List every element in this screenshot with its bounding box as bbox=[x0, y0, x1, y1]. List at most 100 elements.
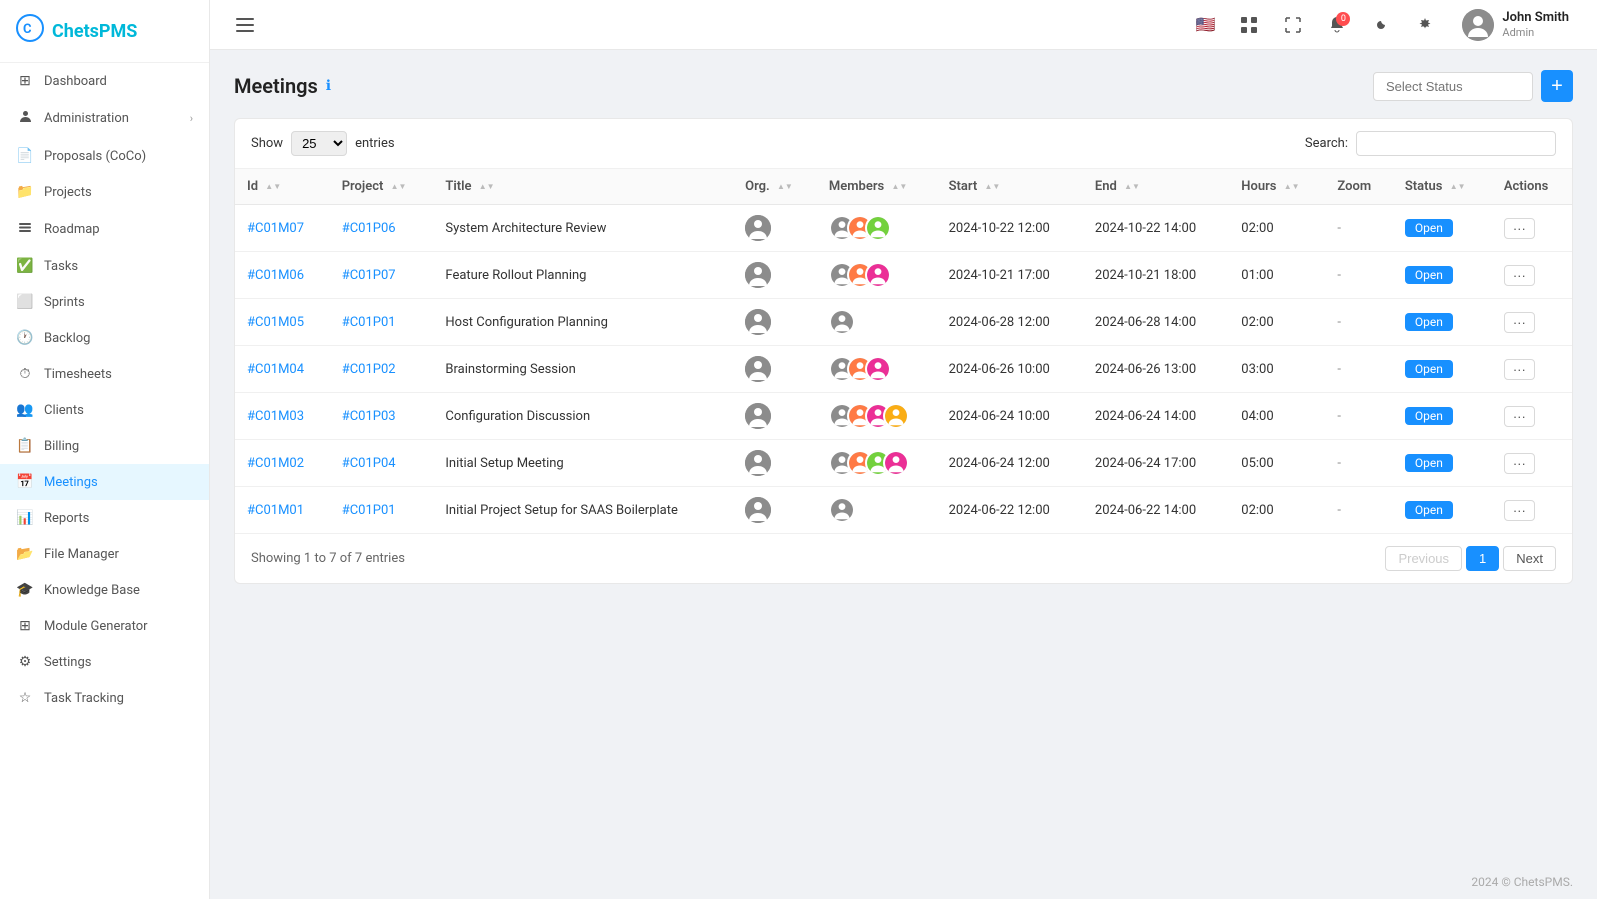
apps-btn[interactable] bbox=[1234, 10, 1264, 40]
meeting-title: Host Configuration Planning bbox=[433, 299, 733, 346]
prev-button[interactable]: Previous bbox=[1385, 546, 1462, 571]
col-project[interactable]: Project ▲▼ bbox=[330, 169, 434, 205]
fullscreen-btn[interactable] bbox=[1278, 10, 1308, 40]
meeting-id-link[interactable]: #C01M07 bbox=[247, 221, 304, 236]
user-menu[interactable]: John Smith Admin bbox=[1454, 5, 1577, 45]
logo: C ChetsPMS bbox=[0, 0, 209, 63]
project-link[interactable]: #C01P01 bbox=[342, 315, 396, 330]
meeting-id-link[interactable]: #C01M06 bbox=[247, 268, 304, 283]
meeting-status: Open bbox=[1393, 205, 1492, 252]
col-id[interactable]: Id ▲▼ bbox=[235, 169, 330, 205]
settings-btn[interactable] bbox=[1410, 10, 1440, 40]
sidebar-item-meetings[interactable]: 📅 Meetings bbox=[0, 464, 209, 500]
table-card: Show 10 25 50 100 entries Search: bbox=[234, 118, 1573, 584]
page-info-icon[interactable]: ℹ bbox=[326, 78, 331, 94]
action-menu-button[interactable]: ··· bbox=[1504, 218, 1535, 239]
table-row: #C01M04#C01P02Brainstorming Session2024-… bbox=[235, 346, 1572, 393]
next-button[interactable]: Next bbox=[1503, 546, 1556, 571]
project-link[interactable]: #C01P07 bbox=[342, 268, 396, 283]
sidebar-item-projects[interactable]: 📁 Projects bbox=[0, 174, 209, 210]
meeting-id-link[interactable]: #C01M02 bbox=[247, 456, 304, 471]
sidebar-item-label: Clients bbox=[44, 403, 84, 418]
meeting-start: 2024-06-24 12:00 bbox=[937, 440, 1083, 487]
meeting-actions: ··· bbox=[1492, 299, 1572, 346]
sidebar-item-label: Sprints bbox=[44, 295, 85, 310]
sidebar-item-label: File Manager bbox=[44, 547, 119, 562]
sidebar-item-timesheets[interactable]: ⏱ Timesheets bbox=[0, 356, 209, 392]
col-end[interactable]: End ▲▼ bbox=[1083, 169, 1229, 205]
meeting-id-link[interactable]: #C01M05 bbox=[247, 315, 304, 330]
sidebar-item-dashboard[interactable]: ⊞ Dashboard bbox=[0, 63, 209, 99]
col-members[interactable]: Members ▲▼ bbox=[817, 169, 937, 205]
sidebar-item-sprints[interactable]: ⬜ Sprints bbox=[0, 284, 209, 320]
sidebar-item-reports[interactable]: 📊 Reports bbox=[0, 500, 209, 536]
sidebar-item-knowledge-base[interactable]: 🎓 Knowledge Base bbox=[0, 572, 209, 608]
flag-btn[interactable]: 🇺🇸 bbox=[1190, 10, 1220, 40]
showing-text: Showing 1 to 7 of 7 entries bbox=[251, 551, 405, 566]
sidebar-item-roadmap[interactable]: Roadmap bbox=[0, 210, 209, 248]
sidebar-item-label: Billing bbox=[44, 439, 79, 454]
sidebar-item-tasks[interactable]: ✅ Tasks bbox=[0, 248, 209, 284]
sprints-icon: ⬜ bbox=[16, 294, 34, 310]
col-status[interactable]: Status ▲▼ bbox=[1393, 169, 1492, 205]
col-org[interactable]: Org. ▲▼ bbox=[733, 169, 817, 205]
col-start[interactable]: Start ▲▼ bbox=[937, 169, 1083, 205]
search-input[interactable] bbox=[1356, 131, 1556, 156]
action-menu-button[interactable]: ··· bbox=[1504, 359, 1535, 380]
page-1-button[interactable]: 1 bbox=[1466, 546, 1499, 571]
meeting-status: Open bbox=[1393, 440, 1492, 487]
project-link[interactable]: #C01P02 bbox=[342, 362, 396, 377]
col-hours[interactable]: Hours ▲▼ bbox=[1229, 169, 1325, 205]
show-entries: Show 10 25 50 100 entries bbox=[251, 131, 395, 156]
meeting-id-link[interactable]: #C01M01 bbox=[247, 503, 304, 518]
col-title[interactable]: Title ▲▼ bbox=[433, 169, 733, 205]
sidebar-item-proposals[interactable]: 📄 Proposals (CoCo) bbox=[0, 138, 209, 174]
sidebar-item-settings[interactable]: ⚙ Settings bbox=[0, 644, 209, 680]
show-label: Show bbox=[251, 136, 283, 151]
sidebar-item-label: Projects bbox=[44, 185, 92, 200]
theme-toggle[interactable] bbox=[1366, 10, 1396, 40]
menu-toggle[interactable] bbox=[230, 10, 260, 40]
sidebar-item-clients[interactable]: 👥 Clients bbox=[0, 392, 209, 428]
sidebar-item-module-generator[interactable]: ⊞ Module Generator bbox=[0, 608, 209, 644]
select-status-input[interactable] bbox=[1373, 72, 1533, 101]
meeting-actions: ··· bbox=[1492, 440, 1572, 487]
action-menu-button[interactable]: ··· bbox=[1504, 406, 1535, 427]
search-label: Search: bbox=[1305, 136, 1348, 151]
knowledge-base-icon: 🎓 bbox=[16, 582, 34, 598]
project-link[interactable]: #C01P01 bbox=[342, 503, 396, 518]
tasks-icon: ✅ bbox=[16, 258, 34, 274]
notification-btn[interactable]: 0 bbox=[1322, 10, 1352, 40]
action-menu-button[interactable]: ··· bbox=[1504, 312, 1535, 333]
col-actions: Actions bbox=[1492, 169, 1572, 205]
add-meeting-button[interactable]: + bbox=[1541, 70, 1573, 102]
user-role: Admin bbox=[1502, 26, 1569, 39]
meeting-hours: 03:00 bbox=[1229, 346, 1325, 393]
meeting-actions: ··· bbox=[1492, 393, 1572, 440]
sidebar-item-file-manager[interactable]: 📂 File Manager bbox=[0, 536, 209, 572]
logo-text: ChetsPMS bbox=[52, 21, 137, 42]
projects-icon: 📁 bbox=[16, 184, 34, 200]
meeting-members bbox=[817, 487, 937, 534]
meeting-zoom: - bbox=[1325, 440, 1392, 487]
meeting-end: 2024-06-24 17:00 bbox=[1083, 440, 1229, 487]
main: 🇺🇸 0 John Smith Admin bbox=[210, 0, 1597, 899]
sidebar-item-backlog[interactable]: 🕐 Backlog bbox=[0, 320, 209, 356]
sidebar-item-administration[interactable]: Administration › bbox=[0, 99, 209, 138]
administration-icon bbox=[16, 109, 34, 128]
entries-select[interactable]: 10 25 50 100 bbox=[291, 131, 347, 156]
action-menu-button[interactable]: ··· bbox=[1504, 500, 1535, 521]
file-manager-icon: 📂 bbox=[16, 546, 34, 562]
action-menu-button[interactable]: ··· bbox=[1504, 265, 1535, 286]
header-actions: + bbox=[1373, 70, 1573, 102]
sidebar-item-billing[interactable]: 📋 Billing bbox=[0, 428, 209, 464]
meeting-zoom: - bbox=[1325, 205, 1392, 252]
meeting-id-link[interactable]: #C01M03 bbox=[247, 409, 304, 424]
sidebar-item-task-tracking[interactable]: ☆ Task Tracking bbox=[0, 680, 209, 716]
project-link[interactable]: #C01P04 bbox=[342, 456, 396, 471]
project-link[interactable]: #C01P03 bbox=[342, 409, 396, 424]
meeting-id-link[interactable]: #C01M04 bbox=[247, 362, 304, 377]
action-menu-button[interactable]: ··· bbox=[1504, 453, 1535, 474]
meeting-zoom: - bbox=[1325, 346, 1392, 393]
project-link[interactable]: #C01P06 bbox=[342, 221, 396, 236]
